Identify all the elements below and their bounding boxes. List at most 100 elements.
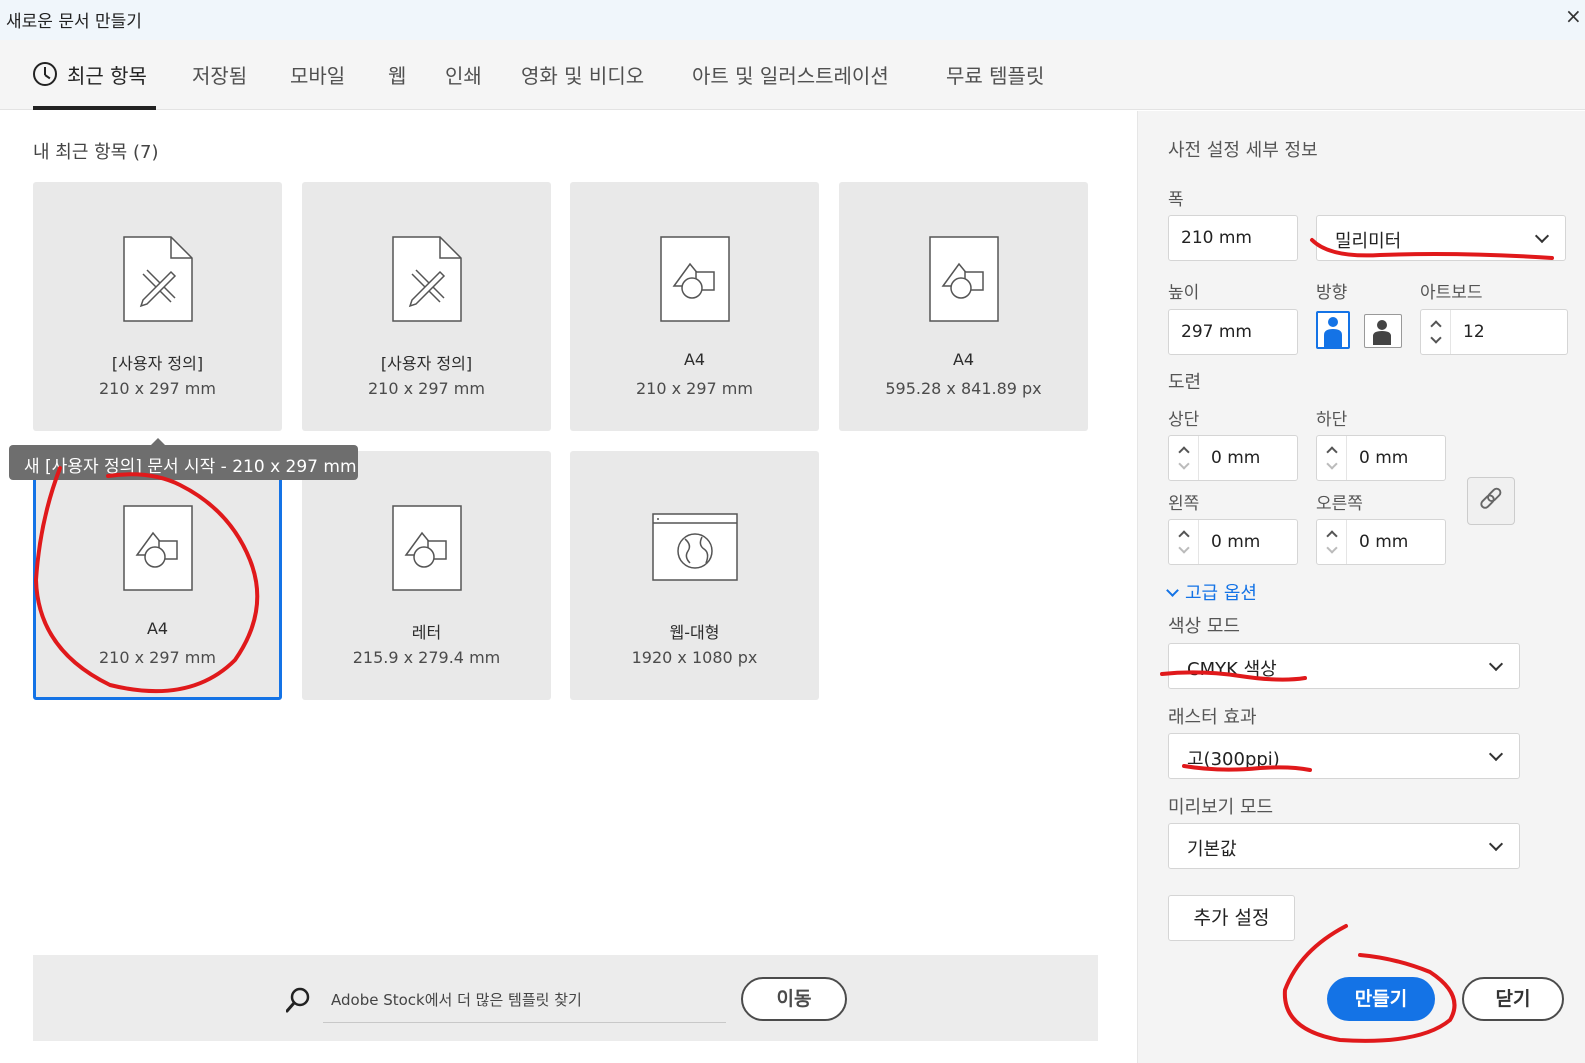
orientation-label: 방향 xyxy=(1316,283,1348,303)
unit-select[interactable]: 밀리미터 xyxy=(1316,215,1566,261)
item-dims: 1920 x 1080 px xyxy=(631,648,758,667)
stepper-arrows[interactable] xyxy=(1169,436,1199,480)
chevron-up-icon xyxy=(1326,446,1338,458)
shapes-document-icon xyxy=(659,236,730,322)
portrait-button[interactable] xyxy=(1316,311,1350,349)
item-name: [사용자 정의] xyxy=(111,354,204,373)
width-field[interactable]: 210 mm xyxy=(1168,215,1298,261)
raster-effects-label: 래스터 효과 xyxy=(1168,707,1257,728)
raster-effects-value: 고(300ppi) xyxy=(1187,749,1280,770)
tab-saved[interactable]: 저장됨 xyxy=(192,60,247,89)
stock-search-input[interactable]: Adobe Stock에서 더 많은 템플릿 찾기 xyxy=(323,975,726,1023)
stepper-arrows[interactable] xyxy=(1317,520,1347,564)
window-close-button[interactable]: × xyxy=(1565,4,1585,28)
bottom-label: 하단 xyxy=(1316,410,1348,430)
clock-icon xyxy=(33,62,57,86)
chevron-down-icon xyxy=(1488,836,1504,852)
go-button[interactable]: 이동 xyxy=(741,977,847,1021)
chevron-up-icon xyxy=(1178,446,1190,458)
tab-mobile[interactable]: 모바일 xyxy=(290,60,345,89)
item-tooltip: 새 [사용자 정의] 문서 시작 - 210 x 297 mm xyxy=(9,438,358,480)
width-label: 폭 xyxy=(1168,190,1184,210)
custom-document-icon xyxy=(122,236,193,322)
chevron-up-icon xyxy=(1430,320,1442,332)
shapes-document-icon xyxy=(122,505,193,591)
chevron-down-icon xyxy=(1166,584,1179,597)
search-icon xyxy=(286,987,310,1013)
color-mode-select[interactable]: CMYK 색상 xyxy=(1168,643,1520,689)
recent-item-card[interactable]: [사용자 정의] 210 x 297 mm xyxy=(33,182,282,431)
left-label: 왼쪽 xyxy=(1168,494,1200,514)
height-field[interactable]: 297 mm xyxy=(1168,309,1298,355)
active-tab-indicator xyxy=(33,106,156,110)
artboard-stepper[interactable]: 12 xyxy=(1420,309,1568,355)
preview-mode-select[interactable]: 기본값 xyxy=(1168,823,1520,869)
tab-art-illustration[interactable]: 아트 및 일러스트레이션 xyxy=(692,60,889,89)
item-name: 웹-대형 xyxy=(669,623,720,642)
tab-film-video[interactable]: 영화 및 비디오 xyxy=(521,60,644,89)
tab-print[interactable]: 인쇄 xyxy=(445,60,482,89)
preview-mode-label: 미리보기 모드 xyxy=(1168,797,1274,818)
portrait-person-icon xyxy=(1324,317,1342,347)
item-dims: 595.28 x 841.89 px xyxy=(885,379,1042,398)
item-name: [사용자 정의] xyxy=(380,354,473,373)
height-label: 높이 xyxy=(1168,283,1200,303)
window-title: 새로운 문서 만들기 xyxy=(6,12,142,32)
advanced-options-label: 고급 옵션 xyxy=(1185,583,1257,604)
recent-item-card[interactable]: A4 595.28 x 841.89 px xyxy=(839,182,1088,431)
chevron-down-icon xyxy=(1326,458,1338,470)
stock-search-text: Adobe Stock에서 더 많은 템플릿 찾기 xyxy=(331,991,582,1009)
right-label: 오른쪽 xyxy=(1316,494,1363,514)
recent-item-card[interactable]: [사용자 정의] 210 x 297 mm xyxy=(302,182,551,431)
stepper-arrows[interactable] xyxy=(1317,436,1347,480)
recent-item-card-selected[interactable]: A4 210 x 297 mm xyxy=(33,451,282,700)
chevron-down-icon xyxy=(1534,228,1550,244)
create-button[interactable]: 만들기 xyxy=(1327,977,1435,1021)
shapes-document-icon xyxy=(928,236,999,322)
item-dims: 210 x 297 mm xyxy=(99,648,216,667)
bleed-right-value: 0 mm xyxy=(1359,532,1409,552)
bleed-top-stepper[interactable]: 0 mm xyxy=(1168,435,1298,481)
item-name: A4 xyxy=(683,350,706,369)
bleed-bottom-value: 0 mm xyxy=(1359,448,1409,468)
globe-browser-icon xyxy=(651,513,738,581)
chevron-up-icon xyxy=(1326,530,1338,542)
stepper-arrows[interactable] xyxy=(1169,520,1199,564)
chevron-down-icon xyxy=(1488,656,1504,672)
item-name: A4 xyxy=(146,619,169,638)
tab-recent[interactable]: 최근 항목 xyxy=(67,60,147,89)
bleed-bottom-stepper[interactable]: 0 mm xyxy=(1316,435,1446,481)
shapes-document-icon xyxy=(391,505,462,591)
landscape-button[interactable] xyxy=(1364,314,1402,348)
recent-item-card[interactable]: 레터 215.9 x 279.4 mm xyxy=(302,451,551,700)
bleed-left-stepper[interactable]: 0 mm xyxy=(1168,519,1298,565)
chevron-down-icon xyxy=(1488,746,1504,762)
bleed-left-value: 0 mm xyxy=(1211,532,1261,552)
close-button[interactable]: 닫기 xyxy=(1462,977,1564,1021)
recent-item-card[interactable]: 웹-대형 1920 x 1080 px xyxy=(570,451,819,700)
link-icon xyxy=(1480,487,1502,509)
color-mode-value: CMYK 색상 xyxy=(1187,659,1277,680)
bleed-top-value: 0 mm xyxy=(1211,448,1261,468)
chevron-down-icon xyxy=(1326,542,1338,554)
preset-title: 사전 설정 세부 정보 xyxy=(1168,140,1318,161)
item-name: A4 xyxy=(952,350,975,369)
custom-document-icon xyxy=(391,236,462,322)
recent-item-card[interactable]: A4 210 x 297 mm xyxy=(570,182,819,431)
item-dims: 210 x 297 mm xyxy=(636,379,753,398)
chevron-down-icon xyxy=(1430,332,1442,344)
stepper-arrows[interactable] xyxy=(1421,310,1451,354)
preview-mode-value: 기본값 xyxy=(1187,839,1237,860)
landscape-person-icon xyxy=(1373,320,1391,345)
item-dims: 215.9 x 279.4 mm xyxy=(352,648,501,667)
advanced-options-toggle[interactable]: 고급 옵션 xyxy=(1166,579,1257,605)
item-dims: 210 x 297 mm xyxy=(99,379,216,398)
tab-web[interactable]: 웹 xyxy=(388,60,406,89)
color-mode-label: 색상 모드 xyxy=(1168,616,1240,637)
more-settings-button[interactable]: 추가 설정 xyxy=(1168,895,1295,941)
category-tabs: 최근 항목 저장됨 모바일 웹 인쇄 영화 및 비디오 아트 및 일러스트레이션… xyxy=(0,40,1585,110)
link-bleed-button[interactable] xyxy=(1467,477,1515,525)
tab-free-templates[interactable]: 무료 템플릿 xyxy=(946,60,1044,89)
bleed-right-stepper[interactable]: 0 mm xyxy=(1316,519,1446,565)
raster-effects-select[interactable]: 고(300ppi) xyxy=(1168,733,1520,779)
